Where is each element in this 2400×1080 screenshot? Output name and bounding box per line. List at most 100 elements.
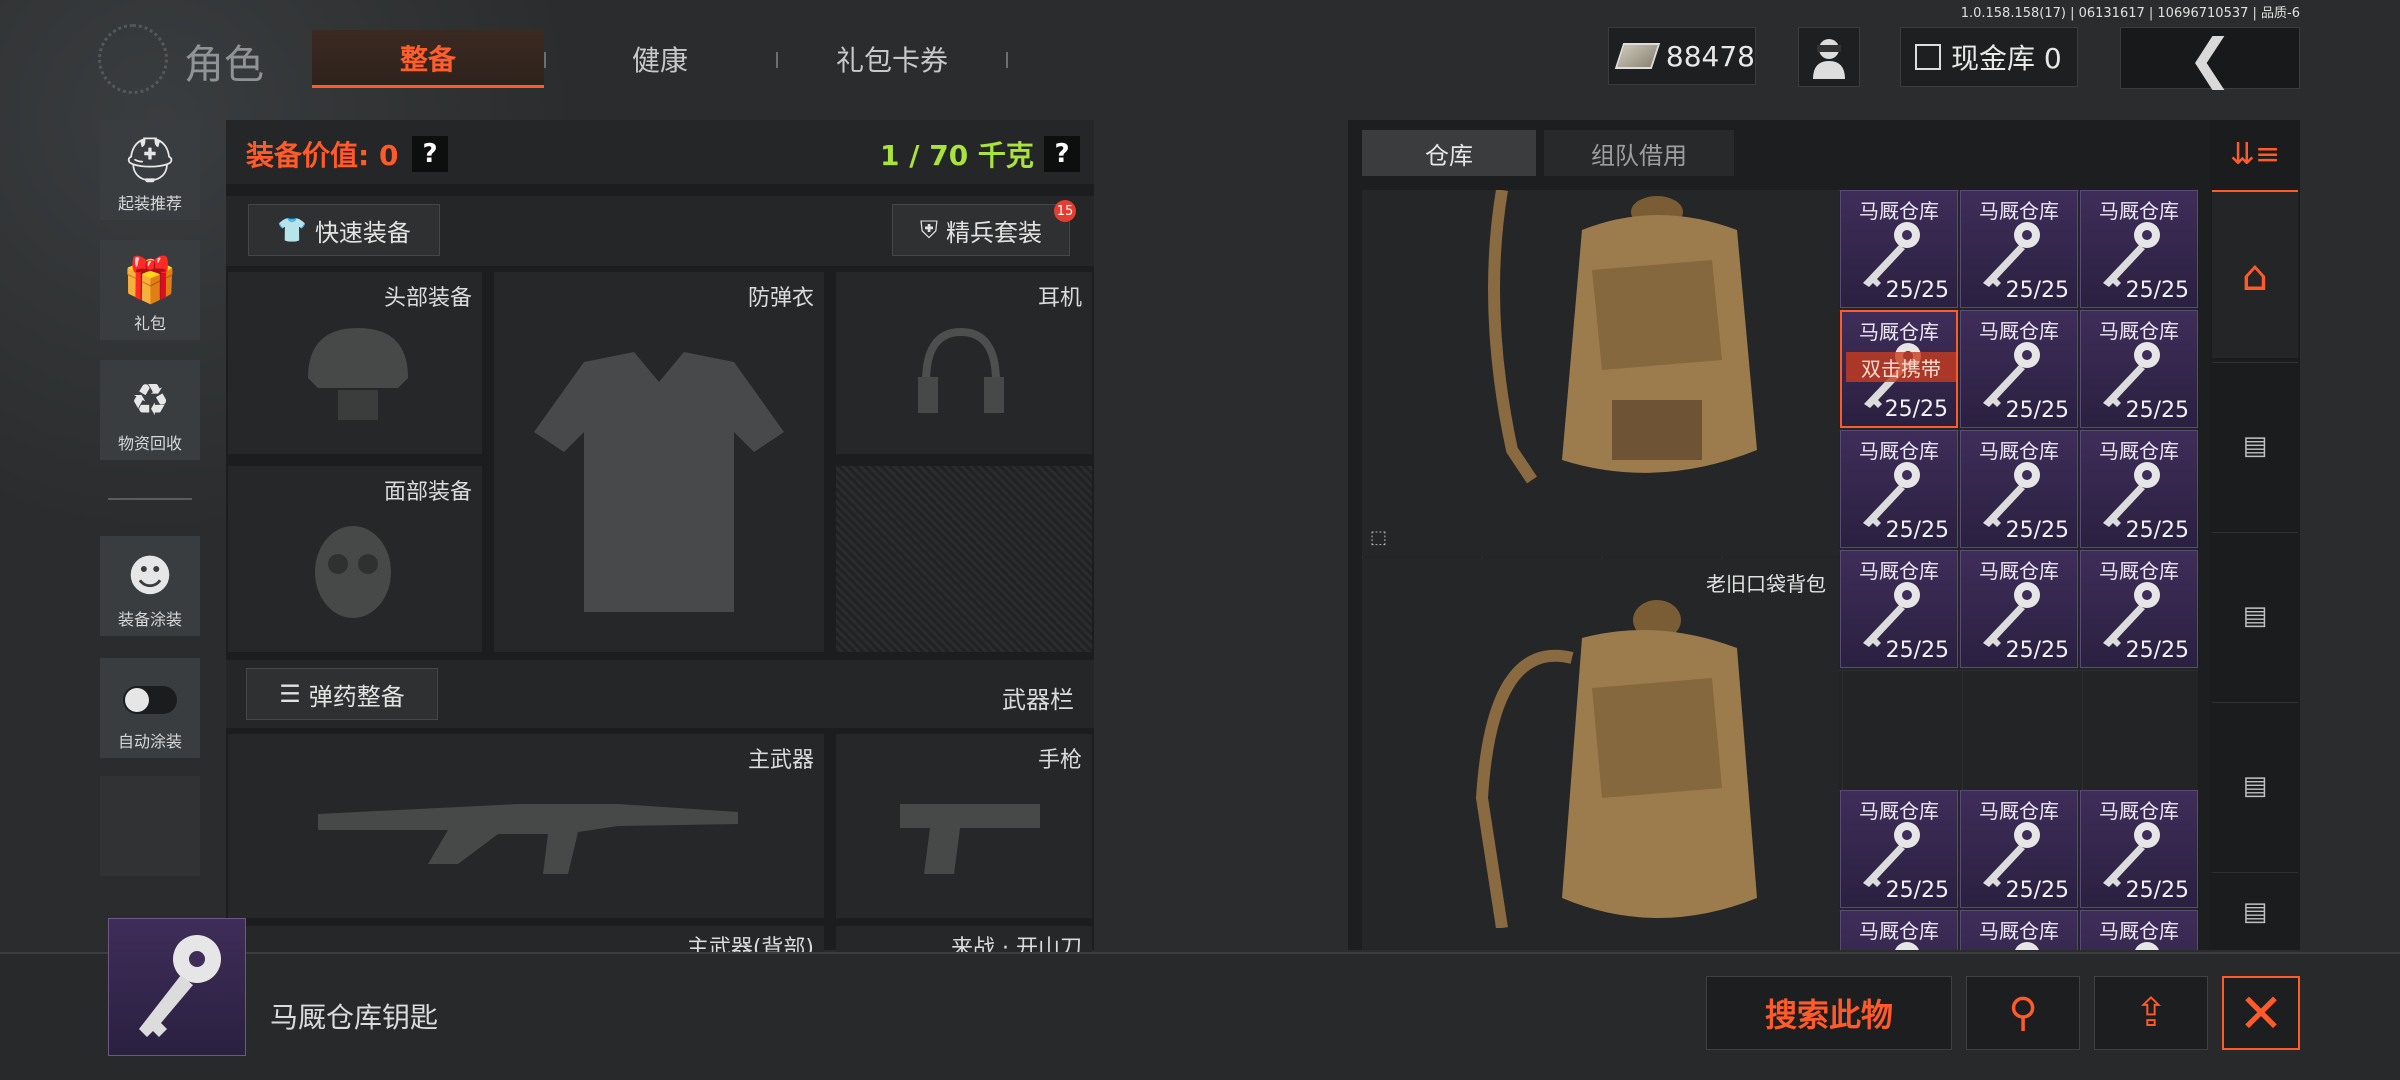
sidebar-item-skin[interactable]: ☻ 装备涂装 xyxy=(100,536,200,636)
vault-icon xyxy=(1915,44,1941,70)
key-item-qty: 25/25 xyxy=(2005,398,2069,423)
tab-health[interactable]: 健康 xyxy=(560,30,760,88)
key-item-cell[interactable]: 马厩仓库25/25 xyxy=(2080,430,2198,548)
key-item-qty: 25/25 xyxy=(2125,878,2189,903)
storage-box-icon: ▤ xyxy=(2242,770,2268,801)
elite-set-label: 精兵套装 xyxy=(946,218,1042,247)
sidebar-item-loadout-recommend[interactable]: ⛑ 起装推荐 xyxy=(100,120,200,220)
key-item-qty: 25/25 xyxy=(2125,398,2189,423)
search-item-button[interactable]: 搜索此物 xyxy=(1706,976,1952,1050)
storage-box-tab[interactable]: ▤ xyxy=(2212,532,2298,698)
key-item-label: 马厩仓库 xyxy=(1859,320,1939,344)
key-item-cell[interactable]: 马厩仓库 25/25 xyxy=(1960,190,2078,308)
key-item-cell[interactable]: 马厩仓库 25/25 双击携带 xyxy=(1840,310,1958,428)
storage-box-icon: ▤ xyxy=(2242,430,2268,461)
ammo-loadout-button[interactable]: ☰ 弹药整备 xyxy=(246,668,438,720)
search-button[interactable]: ⚲ xyxy=(1966,976,2080,1050)
upload-button[interactable]: ⇪ xyxy=(2094,976,2208,1050)
toggle-icon[interactable] xyxy=(123,686,177,714)
body-armor-slot[interactable]: 防弹衣 xyxy=(494,272,824,652)
close-button[interactable]: ✕ xyxy=(2222,976,2300,1050)
quick-equip-label: 快速装备 xyxy=(314,218,411,247)
equipment-value: 装备价值: 0 xyxy=(246,139,399,172)
sort-icon: ⇊≡ xyxy=(2229,136,2281,172)
key-item-cell[interactable]: 马厩仓库25/25 xyxy=(1960,310,2078,428)
key-item-qty: 25/25 xyxy=(1884,397,1948,422)
storage-box-tab[interactable]: ▤ xyxy=(2212,362,2298,528)
key-item-cell[interactable]: 马厩仓库25/25 xyxy=(1840,550,1958,668)
slot-label: 头部装备 xyxy=(383,286,472,311)
vault-button[interactable]: 现金库 0 xyxy=(1900,27,2078,87)
slot-label: 手枪 xyxy=(1037,748,1082,773)
storage-box-tab[interactable]: ▤ xyxy=(2212,872,2298,950)
key-item-label: 马厩仓库 xyxy=(1859,559,1939,583)
selected-item-name: 马厩仓库钥匙 xyxy=(270,1001,439,1034)
key-item-cell[interactable]: 马厩仓库25/25 xyxy=(1840,430,1958,548)
key-item-cell[interactable]: 马厩仓库25/25 xyxy=(2080,910,2198,950)
sidebar-item-recycle[interactable]: ♻ 物资回收 xyxy=(100,360,200,460)
pistol-slot[interactable]: 手枪 xyxy=(836,734,1092,918)
operator-button[interactable] xyxy=(1798,27,1860,87)
tab-warehouse[interactable]: 仓库 xyxy=(1362,130,1536,176)
key-item-cell[interactable]: 马厩仓库25/25 xyxy=(1840,790,1958,908)
ammo-icon: ☰ xyxy=(279,680,301,708)
page-title: 角色 xyxy=(184,42,264,88)
key-item-qty: 25/25 xyxy=(1885,278,1949,303)
quick-equip-button[interactable]: 👕 快速装备 xyxy=(248,204,440,256)
currency-display[interactable]: 88478 xyxy=(1608,27,1756,85)
key-item-cell[interactable]: 马厩仓库25/25 xyxy=(1840,190,1958,308)
back-button[interactable]: ❮ xyxy=(2120,26,2300,90)
key-item-cell[interactable]: 马厩仓库25/25 xyxy=(1840,910,1958,950)
slot-label: 面部装备 xyxy=(383,480,472,505)
cube-icon: ⬚ xyxy=(1370,527,1388,548)
tab-gift-coupons[interactable]: 礼包卡券 xyxy=(792,30,992,88)
key-item-qty: 25/25 xyxy=(2125,638,2189,663)
key-item-qty: 25/25 xyxy=(1885,518,1949,543)
head-gear-slot[interactable]: 头部装备 xyxy=(228,272,482,454)
tab-equip[interactable]: 整备 xyxy=(312,30,544,88)
backpack-item[interactable]: ⬚ xyxy=(1362,190,1838,556)
key-item-cell[interactable]: 马厩仓库25/25 xyxy=(1960,430,2078,548)
storage-box-icon: ▤ xyxy=(2242,600,2268,631)
key-item-cell[interactable]: 马厩仓库25/25 xyxy=(2080,790,2198,908)
share-upload-icon: ⇪ xyxy=(2134,990,2168,1036)
elite-set-button[interactable]: ⛨ 精兵套装 xyxy=(892,204,1070,256)
headset-slot[interactable]: 耳机 xyxy=(836,272,1092,454)
key-item-qty: 25/25 xyxy=(2005,518,2069,543)
slot-label: 防弹衣 xyxy=(747,286,814,311)
currency-amount: 88478 xyxy=(1665,39,1755,73)
key-item-qty: 25/25 xyxy=(2005,278,2069,303)
sidebar-item-gift[interactable]: 🎁 礼包 xyxy=(100,240,200,340)
sidebar-item-auto-skin[interactable]: 自动涂装 xyxy=(100,658,200,758)
key-item-cell[interactable]: 马厩仓库25/25 xyxy=(2080,310,2198,428)
key-item-label: 马厩仓库 xyxy=(1859,799,1939,823)
item-name: 老旧口袋背包 xyxy=(1706,572,1826,596)
home-storage-tab[interactable]: ⌂ xyxy=(2212,190,2298,358)
key-item-cell[interactable]: 马厩仓库25/25 xyxy=(1960,790,2078,908)
weight-help-button[interactable]: ? xyxy=(1044,136,1080,172)
double-click-hint: 双击携带 xyxy=(1846,352,1956,382)
close-icon: ✕ xyxy=(2238,981,2284,1045)
backpack-item[interactable]: 老旧口袋背包 xyxy=(1362,558,1838,950)
value-help-button[interactable]: ? xyxy=(412,136,448,172)
key-item-label: 马厩仓库 xyxy=(1979,199,2059,223)
face-gear-slot[interactable]: 面部装备 xyxy=(228,466,482,652)
storage-box-tab[interactable]: ▤ xyxy=(2212,702,2298,868)
sidebar-item-label: 装备涂装 xyxy=(117,610,182,629)
home-icon: ⌂ xyxy=(2241,250,2269,300)
key-item-cell[interactable]: 马厩仓库25/25 xyxy=(2080,190,2198,308)
selected-item-thumb[interactable] xyxy=(108,918,246,1056)
sort-button[interactable]: ⇊≡ xyxy=(2210,120,2300,188)
chevron-left-icon: ❮ xyxy=(2187,26,2233,90)
key-item-qty: 25/25 xyxy=(2005,638,2069,663)
key-item-cell[interactable]: 马厩仓库25/25 xyxy=(1960,550,2078,668)
key-item-qty: 25/25 xyxy=(2125,518,2189,543)
key-item-cell[interactable]: 马厩仓库25/25 xyxy=(1960,910,2078,950)
shirt-icon: 👕 xyxy=(277,216,307,244)
inventory-grid: ⬚ 老旧口袋背包 马厩仓库 25/25 马厩仓库 25/25 马厩仓库 25/25 马厩仓库… xyxy=(1362,190,2198,950)
primary-weapon-slot[interactable]: 主武器 xyxy=(228,734,824,918)
key-item-cell[interactable]: 马厩仓库25/25 xyxy=(2080,550,2198,668)
tab-team-borrow[interactable]: 组队借用 xyxy=(1544,130,1734,176)
sidebar-item-label: 礼包 xyxy=(133,314,166,333)
shield-icon: ⛨ xyxy=(920,216,938,244)
